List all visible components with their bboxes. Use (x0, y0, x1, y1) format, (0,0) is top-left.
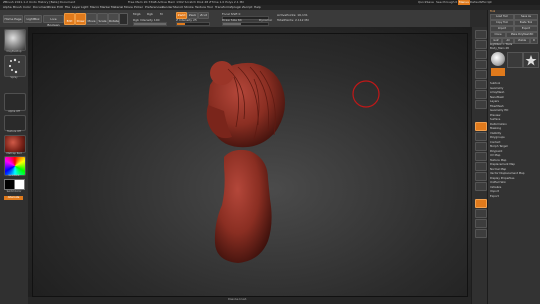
home-page-button[interactable]: Home Page (3, 15, 23, 23)
subpalette-arraymesh[interactable]: ArrayMesh (490, 90, 504, 94)
alpha-thumbnail[interactable] (4, 93, 26, 111)
rotate-view-button[interactable] (475, 172, 487, 181)
dynamic-toggle[interactable]: Dynamic (259, 18, 272, 22)
edit-button[interactable]: Edit (64, 13, 75, 25)
status-text: Dissolve brush (228, 298, 247, 301)
total-points: TotalPoints: 2.112 Mil (277, 18, 309, 22)
subpalette-polygroups[interactable]: Polygroups (490, 135, 505, 139)
draw-button[interactable]: Draw (75, 13, 86, 25)
frame-button[interactable] (475, 142, 487, 151)
material-thumbnail[interactable] (4, 135, 26, 153)
subpalette-geometry-hd[interactable]: Geometry HD (490, 108, 508, 112)
xpose-button[interactable] (475, 229, 487, 238)
move-button-label: Move (87, 19, 96, 23)
secondary-color-swatch[interactable] (14, 179, 25, 190)
left-shelf: ClayBuildup Spray Alpha Off Texture Off … (0, 27, 29, 304)
scroll-button[interactable] (475, 50, 487, 59)
subpalette-surface[interactable]: Surface (490, 117, 500, 121)
subpalette-masking[interactable]: Masking (490, 126, 501, 130)
document-frame (32, 33, 468, 297)
aahalf-button[interactable] (475, 80, 487, 89)
right-shelf (471, 27, 488, 304)
line-fill-button[interactable] (475, 182, 487, 191)
brush-thumbnail[interactable] (4, 29, 26, 51)
move-button[interactable]: Move (86, 13, 97, 25)
scale-button-label: Scale (98, 19, 107, 23)
solo-button[interactable] (475, 219, 487, 228)
subpalette-displacement-map[interactable]: Displacement Map (490, 162, 515, 166)
material-label: MatCap Red (6, 152, 22, 155)
subpalette-export[interactable]: Export (490, 194, 499, 198)
tool-thumbnail-model[interactable] (507, 52, 523, 68)
r-button[interactable]: R (530, 38, 538, 44)
live-boolean-button[interactable]: Live Boolean (43, 15, 64, 27)
actual-button[interactable] (475, 70, 487, 79)
rgb-toggle[interactable]: Rgb (147, 12, 153, 16)
status-bar: Dissolve brush (28, 297, 471, 304)
draw-button-label: Draw (76, 19, 85, 23)
transp-button[interactable] (475, 209, 487, 218)
rotate-button-label: Rotate (109, 19, 119, 23)
persp-button[interactable] (475, 90, 487, 99)
spray-stroke-icon (8, 58, 20, 74)
lightbox-button[interactable]: LightBox (24, 15, 42, 23)
zoom-button[interactable] (475, 60, 487, 69)
z-intensity-slider[interactable] (176, 22, 210, 26)
tool-palette-title[interactable]: Tool (490, 9, 495, 13)
star-icon (525, 55, 537, 66)
draw-size-slider[interactable] (222, 22, 269, 26)
sphere-icon-button[interactable] (119, 13, 128, 25)
stroke-thumbnail[interactable] (4, 55, 26, 77)
color-picker-wheel[interactable] (4, 156, 26, 176)
texture-thumbnail[interactable] (4, 115, 26, 131)
local-symmetry-button[interactable] (475, 122, 487, 131)
visible-button[interactable]: Visible (514, 38, 530, 44)
tool-palette: Tool Load Tool Save As Copy Tool Paste T… (487, 9, 540, 304)
alternate-button[interactable]: Alternate (4, 196, 23, 200)
active-points: ActivePoints: 16,131 (277, 13, 308, 17)
subpalette-unified-skin[interactable]: Unified Skin (490, 180, 506, 184)
floor-button[interactable] (475, 100, 487, 109)
current-tool-name: Body_Main 48 (490, 46, 509, 50)
top-toolbar: Home Page LightBox Live Boolean Edit Dra… (0, 10, 470, 28)
xyz-button[interactable] (475, 132, 487, 141)
gradient-label: Gradient (8, 174, 20, 177)
mrgb-toggle[interactable]: Mrgb (133, 12, 141, 16)
scale-button[interactable]: Scale (97, 13, 108, 25)
alpha-label: Alpha Off (8, 110, 20, 113)
stroke-label: Spray (10, 76, 18, 79)
rgb-intensity-fill (134, 23, 166, 25)
zoom3d-button[interactable] (475, 162, 487, 171)
brush-label: ClayBuildup (6, 50, 22, 53)
subpalette-subtool[interactable]: Subtool (490, 81, 500, 85)
texture-label: Texture Off (7, 130, 21, 133)
tool-thumbnail-sphere[interactable] (491, 52, 505, 66)
bpr-button[interactable] (475, 30, 487, 39)
subpalette-import[interactable]: Import (490, 189, 499, 193)
zcut-button[interactable]: Zcut (198, 12, 209, 19)
tool-thumbnail-active[interactable] (491, 68, 505, 76)
tool-thumbnail-star[interactable] (523, 52, 539, 68)
spix-button[interactable] (475, 40, 487, 49)
rotate-button[interactable]: Rotate (108, 13, 119, 25)
subpalette-uv-map[interactable]: UV Map (490, 153, 500, 157)
polyf-button[interactable] (475, 199, 487, 208)
subpalette-morph-target[interactable]: Morph Target (490, 144, 508, 148)
switch-color-label[interactable]: SwitchColor (2, 190, 26, 193)
move-view-button[interactable] (475, 152, 487, 161)
rgb-intensity-slider[interactable] (133, 22, 167, 26)
subpalette-vector-displacement-map[interactable]: Vector Displacement Map (490, 171, 524, 175)
subpalette-layers[interactable]: Layers (490, 99, 499, 103)
m-toggle[interactable]: M (160, 12, 163, 16)
draw-size-fill (223, 23, 241, 25)
z-intensity-fill (177, 23, 185, 25)
edit-button-label: Edit (66, 19, 73, 23)
